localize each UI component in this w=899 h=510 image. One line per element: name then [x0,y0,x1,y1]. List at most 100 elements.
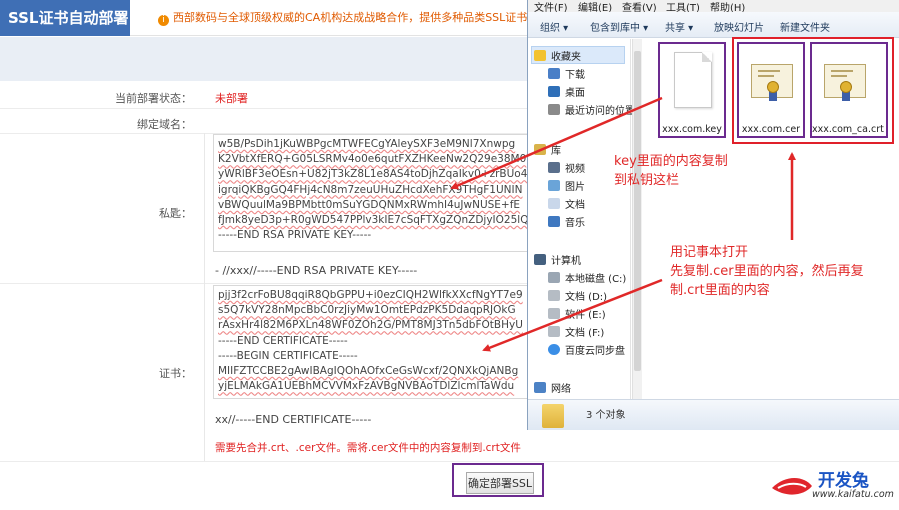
computer-icon [534,253,546,265]
status-label: 当前部署状态： [115,92,192,105]
nav-videos[interactable]: 视频 [548,159,585,175]
nav-desktop[interactable]: 桌面 [548,83,585,99]
nav-network[interactable]: 网络 [534,379,571,395]
cert-line: s5Q7kVY28nMpcBbC0rzJiyMw1OmtEPdzPK5Ddaqp… [218,304,516,317]
cer-highlight-frame [737,42,805,138]
cert-line: MIIFZTCCBE2gAwIBAgIQOhAOfxCeGsWcxf/2QNXk… [218,365,519,378]
nav-drive-d[interactable]: 文档 (D:) [548,287,607,303]
slideshow-button[interactable]: 放映幻灯片 [714,19,764,34]
nav-label: 百度云同步盘 [565,345,625,357]
crt-highlight-frame [810,42,888,138]
key-label: 私匙： [159,207,192,220]
drive-icon [548,271,560,283]
scrollbar-thumb[interactable] [634,51,641,371]
nav-label: 本地磁盘 (C:) [565,273,627,285]
music-icon [548,215,560,227]
annotation-line: 先复制.cer里面的内容，然后再复 [670,264,864,279]
key-highlight-frame [658,42,726,138]
download-icon [548,67,560,79]
key-line: -----END RSA PRIVATE KEY----- [218,229,372,242]
key-line: igrqiQKBgGQ4FHj4cN8m7zeuUHuZHcdXehFX9THg… [218,183,523,196]
notice-banner: i 西部数码与全球顶级权威的CA机构达成战略合作，提供多种品类SSL证书 [158,0,527,36]
key-line: w5B/PsDih1jKuWBPgcMTWFECgYAleySXF3eM9Nl7… [218,138,516,150]
toolbar: 组织 ▾ 包含到库中 ▾ 共享 ▾ 放映幻灯片 新建文件夹 [528,12,899,38]
nav-baidu-cloud[interactable]: 百度云同步盘 [548,341,625,357]
key-line: yWRlBF3eOEsn+U82jT3kZ8L1e8AS4toDjhZqaIkv… [218,168,528,181]
annotation-line: key里面的内容复制 [614,154,728,169]
nav-recent[interactable]: 最近访问的位置 [548,101,635,117]
annotation-line: 制.crt里面的内容 [670,283,770,298]
key-line: K2VbtXfERQ+G05LSRMv4o0e6qutFXZHKeeNw2Q29… [218,153,527,166]
annotation-line: 用记事本打开 [670,245,749,260]
video-icon [548,161,560,173]
watermark-name: 开发兔 [818,471,869,491]
cert-after-text: xx//-----END CERTIFICATE----- [215,413,372,426]
cert-line: pjj3f2crFoBU8qqiR8QbGPPU+i0ezCIQH2WlfkXX… [218,289,523,301]
status-bar: 3 个对象 [528,399,899,430]
nav-label: 库 [551,145,561,157]
item-count: 3 个对象 [586,410,626,421]
menu-bar: 文件(F) 编辑(E) 查看(V) 工具(T) 帮助(H) [528,0,899,14]
nav-pictures[interactable]: 图片 [548,177,585,193]
nav-libraries[interactable]: 库 [534,141,561,157]
folder-icon [542,404,564,428]
drive-icon [548,325,560,337]
status-value: 未部署 [215,92,248,105]
new-folder-button[interactable]: 新建文件夹 [780,19,830,34]
nav-label: 网络 [551,383,571,395]
nav-label: 文档 (D:) [565,291,608,303]
notice-text: 西部数码与全球顶级权威的CA机构达成战略合作，提供多种品类SSL证书 [173,11,528,24]
nav-drive-c[interactable]: 本地磁盘 (C:) [548,269,626,285]
nav-music[interactable]: 音乐 [548,213,585,229]
key-line: fJmk8yeD3p+R0gWD547PPlv3kIE7cSqFTXgZQnZD… [218,214,529,227]
picture-icon [548,179,560,191]
key-after-text: - //xxx//-----END RSA PRIVATE KEY----- [215,264,418,277]
annotation-line: 到私钥这栏 [614,173,680,188]
nav-favorites[interactable]: 收藏夹 [531,46,625,64]
deploy-ssl-button[interactable]: 确定部署SSL [466,472,534,494]
cert-line: yjELMAkGA1UEBhMCVVMxFzAVBgNVBAoTDlZlcmlT… [218,380,515,393]
info-icon: i [158,15,169,26]
merge-hint: 需要先合并.crt、.cer文件。需将.cer文件中的内容复制到.crt文件 [215,442,521,454]
nav-documents[interactable]: 文档 [548,195,585,211]
library-icon [534,143,546,155]
document-icon [548,197,560,209]
desktop-icon [548,85,560,97]
nav-label: 下载 [565,69,585,81]
network-icon [534,381,546,393]
nav-drive-e[interactable]: 软件 (E:) [548,305,606,321]
share-button[interactable]: 共享 ▾ [665,19,693,34]
column-divider [204,283,205,461]
cloud-icon [548,343,560,355]
nav-label: 文档 (F:) [565,327,605,339]
include-in-library-button[interactable]: 包含到库中 ▾ [590,19,648,34]
row-divider [0,461,899,462]
nav-computer[interactable]: 计算机 [534,251,581,267]
certificate-textarea[interactable]: pjj3f2crFoBU8qqiR8QbGPPU+i0ezCIQH2WlfkXX… [213,285,553,399]
cert-label: 证书： [159,367,192,380]
nav-label: 音乐 [565,217,585,229]
nav-label: 文档 [565,199,585,211]
nav-label: 视频 [565,163,585,175]
nav-label: 计算机 [551,255,581,267]
nav-downloads[interactable]: 下载 [548,65,585,81]
key-line: vBWQuulMa9BPMbtt0mSuYGDQNMxRWmhI4uJwNUSE… [218,198,521,211]
nav-label: 收藏夹 [551,51,581,63]
watermark-url: www.kaifatu.com [812,489,894,500]
drive-icon [548,289,560,301]
domain-label: 绑定域名： [137,118,192,131]
private-key-textarea[interactable]: w5B/PsDih1jKuWBPgcMTWFECgYAleySXF3eM9Nl7… [213,134,553,252]
file-explorer-window: 文件(F) 编辑(E) 查看(V) 工具(T) 帮助(H) 组织 ▾ 包含到库中… [527,0,899,430]
column-divider [204,133,205,283]
nav-label: 图片 [565,181,585,193]
nav-drive-f[interactable]: 文档 (F:) [548,323,604,339]
nav-label: 软件 (E:) [565,309,606,321]
navigation-pane: 收藏夹 下载 桌面 最近访问的位置 库 视频 图片 文档 音乐 计算机 本地磁盘… [528,39,635,399]
nav-scrollbar[interactable] [632,39,642,399]
cert-line: -----END CERTIFICATE----- [218,334,348,347]
brand-title: SSL证书自动部署 [0,0,130,36]
recent-places-icon [548,103,560,115]
organize-button[interactable]: 组织 ▾ [540,19,568,34]
drive-icon [548,307,560,319]
nav-label: 最近访问的位置 [565,105,635,117]
